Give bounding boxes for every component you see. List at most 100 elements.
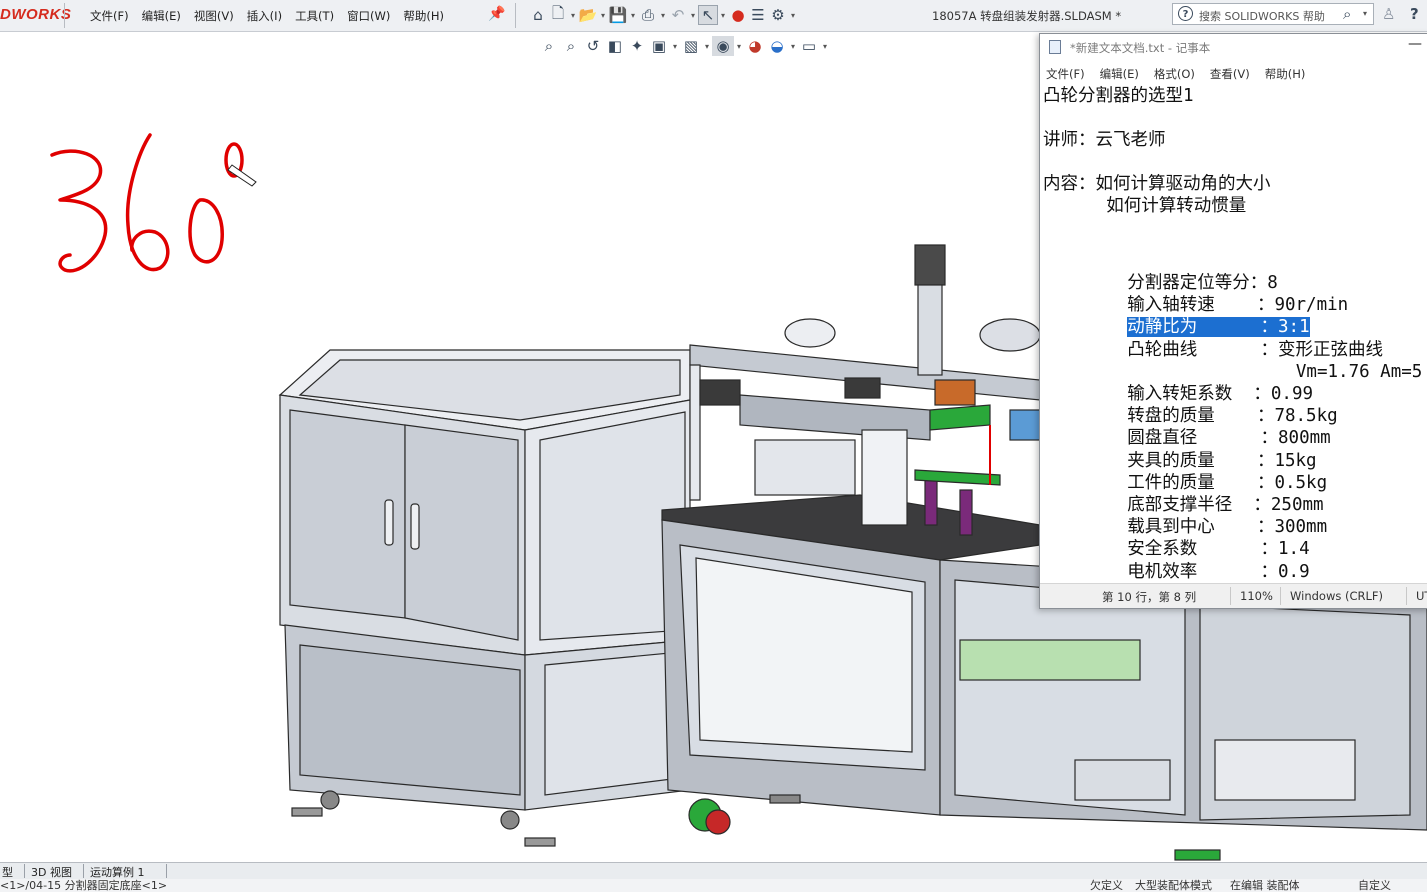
traffic-light-icon[interactable]: ● xyxy=(728,5,748,25)
heads-up-view-toolbar: ⌕ ⌕ ↺ ◧ ✦ ▣ ▾ ▧ ▾ ◉ ▾ ◕ ◒ ▾ ▭ ▾ xyxy=(538,36,830,56)
toolbar-divider xyxy=(515,3,516,28)
param-separator: ： xyxy=(1249,273,1268,293)
np-menu-edit[interactable]: 编辑(E) xyxy=(1100,66,1139,82)
np-menu-format[interactable]: 格式(O) xyxy=(1154,66,1195,82)
chevron-down-icon[interactable]: ▾ xyxy=(598,11,608,20)
menu-help[interactable]: 帮助(H) xyxy=(403,8,444,24)
menu-view[interactable]: 视图(V) xyxy=(194,8,234,24)
param-line: 转盘的质量 ：78.5kg xyxy=(1043,405,1337,427)
menu-insert[interactable]: 插入(I) xyxy=(247,8,282,24)
search-input[interactable]: 搜索 SOLIDWORKS 帮助 xyxy=(1199,8,1325,24)
np-menu-help[interactable]: 帮助(H) xyxy=(1265,66,1306,82)
hide-show-icon[interactable]: ◉ xyxy=(712,36,734,56)
help-question-icon[interactable]: ? xyxy=(1410,5,1419,23)
previous-view-icon[interactable]: ↺ xyxy=(582,36,604,56)
notepad-text-area[interactable]: 凸轮分割器的选型1 讲师：云飞老师 内容：如何计算驱动角的大小 如何计算转动惯量… xyxy=(1043,82,1423,582)
view-orientation-icon[interactable]: ▣ xyxy=(648,36,670,56)
chevron-down-icon[interactable]: ▾ xyxy=(702,42,712,51)
document-title: 18057A 转盘组装发射器.SLDASM * xyxy=(932,9,1122,23)
param-label: 输入轴转速 xyxy=(1127,295,1257,316)
status-definition: 欠定义 xyxy=(1090,879,1123,892)
chevron-down-icon[interactable]: ▾ xyxy=(568,11,578,20)
param-separator: ： xyxy=(1256,472,1275,493)
home-icon[interactable]: ⌂ xyxy=(528,5,548,25)
param-line: Vm=1.76 Am=5 xyxy=(1043,361,1422,383)
minimize-icon[interactable]: — xyxy=(1408,36,1422,52)
param-line: 底部支撑半径 ：250mm xyxy=(1043,494,1323,516)
edit-appearance-icon[interactable]: ◕ xyxy=(744,36,766,56)
search-icon[interactable]: ⌕ xyxy=(1343,5,1351,23)
chevron-down-icon[interactable]: ▾ xyxy=(788,11,798,20)
param-indent xyxy=(1043,340,1127,360)
display-style-icon[interactable]: ▧ xyxy=(680,36,702,56)
pin-icon[interactable]: 📌 xyxy=(488,6,505,22)
param-indent xyxy=(1043,428,1127,448)
section-view-icon[interactable]: ◧ xyxy=(604,36,626,56)
param-indent xyxy=(1043,473,1127,493)
menu-tools[interactable]: 工具(T) xyxy=(295,8,334,24)
param-indent xyxy=(1043,362,1127,382)
chevron-down-icon[interactable]: ▾ xyxy=(1363,9,1367,18)
np-menu-file[interactable]: 文件(F) xyxy=(1046,66,1085,82)
param-line: 输入转矩系数 ：0.99 xyxy=(1043,383,1313,405)
notepad-title: *新建文本文档.txt - 记事本 xyxy=(1070,41,1211,55)
param-label: 载具到中心 xyxy=(1127,517,1257,538)
param-separator: ： xyxy=(1260,317,1279,338)
param-separator: ： xyxy=(1256,406,1275,427)
display-settings-icon[interactable]: ▭ xyxy=(798,36,820,56)
solidworks-logo: DWORKS xyxy=(0,6,72,23)
param-indent xyxy=(1043,295,1127,315)
text-content-2: 如何计算转动惯量 xyxy=(1043,196,1247,216)
chevron-down-icon[interactable]: ▾ xyxy=(718,11,728,20)
print-icon[interactable]: ⎙ xyxy=(638,5,658,25)
notepad-window[interactable]: *新建文本文档.txt - 记事本 — 文件(F) 编辑(E) 格式(O) 查看… xyxy=(1039,33,1427,609)
tab-motion-study[interactable]: 运动算例 1 xyxy=(90,864,145,880)
chevron-down-icon[interactable]: ▾ xyxy=(670,42,680,51)
text-lecturer: 讲师：云飞老师 xyxy=(1043,130,1166,150)
param-label: 凸轮曲线 xyxy=(1127,339,1261,360)
menu-window[interactable]: 窗口(W) xyxy=(347,8,390,24)
scene-icon[interactable]: ◒ xyxy=(766,36,788,56)
zoom-to-fit-icon[interactable]: ⌕ xyxy=(538,36,560,56)
notepad-title-bar[interactable]: *新建文本文档.txt - 记事本 — xyxy=(1040,34,1427,60)
status-selection: <1>/04-15 分割器固定底座<1> xyxy=(0,879,168,892)
chevron-down-icon[interactable]: ▾ xyxy=(658,11,668,20)
chevron-down-icon[interactable]: ▾ xyxy=(820,42,830,51)
chevron-down-icon[interactable]: ▾ xyxy=(788,42,798,51)
dynamic-annotation-icon[interactable]: ✦ xyxy=(626,36,648,56)
help-search-box[interactable]: ? 搜索 SOLIDWORKS 帮助 ⌕ ▾ xyxy=(1172,3,1374,25)
np-menu-view[interactable]: 查看(V) xyxy=(1210,66,1250,82)
param-label: 电机效率 xyxy=(1127,561,1261,582)
param-label: 工件的质量 xyxy=(1127,472,1257,493)
model-tabs: 型 3D 视图 运动算例 1 xyxy=(0,862,1427,879)
open-icon[interactable]: 📂 xyxy=(578,5,598,25)
options-icon[interactable]: ⚙ xyxy=(768,5,788,25)
status-bar: <1>/04-15 分割器固定底座<1> 欠定义 大型装配体模式 在编辑 装配体… xyxy=(0,879,1427,892)
param-value: 90r/min xyxy=(1274,295,1349,316)
zoom-area-icon[interactable]: ⌕ xyxy=(560,36,582,56)
undo-icon[interactable]: ↶ xyxy=(668,5,688,25)
left-cabinet xyxy=(278,349,691,847)
user-icon[interactable]: ♙ xyxy=(1382,5,1395,23)
param-separator: ： xyxy=(1256,295,1275,316)
select-icon[interactable]: ↖ xyxy=(698,5,718,25)
tab-model[interactable]: 型 xyxy=(2,864,13,880)
file-properties-icon[interactable]: ☰ xyxy=(748,5,768,25)
menu-edit[interactable]: 编辑(E) xyxy=(142,8,181,24)
menu-file[interactable]: 文件(F) xyxy=(90,8,129,24)
param-indent xyxy=(1043,517,1127,537)
save-icon[interactable]: 💾 xyxy=(608,5,628,25)
param-separator: ： xyxy=(1260,428,1279,449)
param-line: 载具到中心 ：300mm xyxy=(1043,516,1327,538)
param-value: 8 xyxy=(1267,273,1278,293)
cursor-position: 第 10 行，第 8 列 xyxy=(1102,590,1197,604)
help-icon: ? xyxy=(1178,6,1193,21)
param-separator: ： xyxy=(1256,450,1275,471)
new-file-icon[interactable]: 🗋 xyxy=(548,4,568,25)
param-separator: ： xyxy=(1253,495,1271,515)
text-heading: 凸轮分割器的选型1 xyxy=(1043,86,1194,106)
chevron-down-icon[interactable]: ▾ xyxy=(734,42,744,51)
tab-3d-view[interactable]: 3D 视图 xyxy=(31,864,72,880)
chevron-down-icon[interactable]: ▾ xyxy=(628,11,638,20)
chevron-down-icon[interactable]: ▾ xyxy=(688,11,698,20)
